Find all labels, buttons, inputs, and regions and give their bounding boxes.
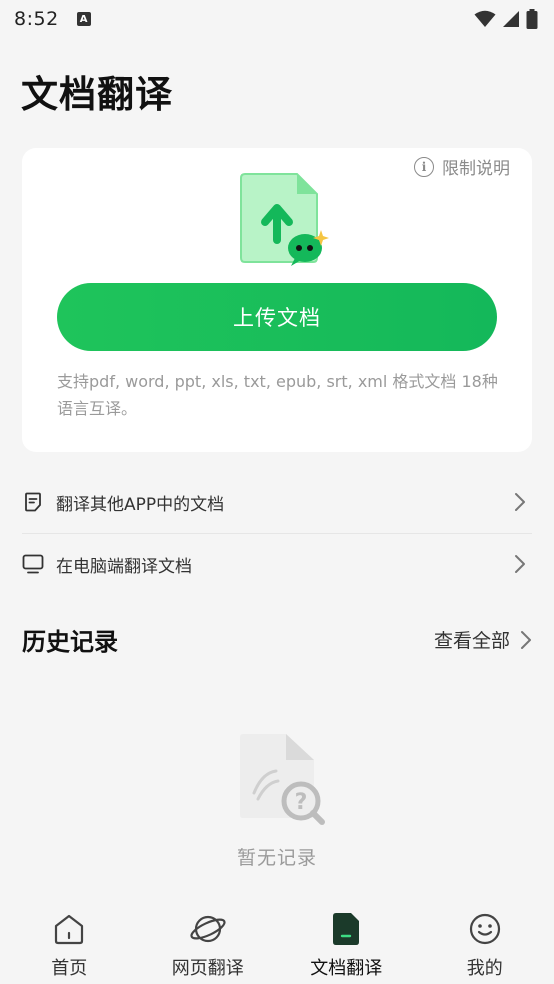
status-time: 8:52 xyxy=(14,8,59,30)
limit-info-label: 限制说明 xyxy=(442,159,510,179)
upload-document-icon xyxy=(240,173,329,266)
smiley-icon xyxy=(468,912,502,946)
view-all-button[interactable]: 查看全部 xyxy=(434,626,532,653)
svg-text:?: ? xyxy=(295,790,308,815)
nav-tab-profile[interactable]: 我的 xyxy=(416,896,554,984)
battery-icon xyxy=(526,9,538,29)
upload-card: i 限制说明 上传文档 支持pdf, word, ppt, xls, txt, … xyxy=(22,148,532,452)
chevron-right-icon xyxy=(521,630,531,649)
notification-icon: A xyxy=(76,12,91,26)
nav-label: 文档翻译 xyxy=(310,958,383,979)
chevron-right-icon xyxy=(515,555,525,573)
nav-label: 首页 xyxy=(51,958,88,979)
chevron-right-icon xyxy=(515,493,525,511)
info-icon: i xyxy=(414,156,434,177)
monitor-icon xyxy=(22,553,44,575)
empty-records-text: 暂无记录 xyxy=(236,847,317,869)
nav-tab-web-translate[interactable]: 网页翻译 xyxy=(139,896,278,984)
limit-info-link[interactable]: i 限制说明 xyxy=(414,154,510,179)
history-title: 历史记录 xyxy=(22,628,118,656)
nav-tab-doc-translate[interactable]: 文档翻译 xyxy=(277,896,416,984)
planet-icon xyxy=(189,912,227,946)
row-label: 翻译其他APP中的文档 xyxy=(56,494,225,515)
nav-label: 我的 xyxy=(466,958,503,979)
view-all-label: 查看全部 xyxy=(433,630,510,652)
status-indicators xyxy=(474,9,538,29)
signal-icon xyxy=(503,11,519,27)
empty-records-icon: ? xyxy=(240,734,325,825)
status-bar: 8:52 A xyxy=(0,0,554,38)
nav-tab-home[interactable]: 首页 xyxy=(0,896,139,984)
page-title: 文档翻译 xyxy=(21,73,173,116)
row-label: 在电脑端翻译文档 xyxy=(56,556,192,577)
document-icon xyxy=(22,491,44,513)
document-filled-icon xyxy=(331,912,361,946)
translate-on-pc-row[interactable]: 在电脑端翻译文档 xyxy=(22,533,532,595)
wifi-icon xyxy=(474,10,496,27)
translate-other-app-docs-row[interactable]: 翻译其他APP中的文档 xyxy=(22,471,532,533)
supported-formats-text: 支持pdf, word, ppt, xls, txt, epub, srt, x… xyxy=(57,372,498,418)
upload-document-button[interactable]: 上传文档 xyxy=(57,283,497,351)
bottom-nav: 首页 网页翻译 文档翻译 我的 xyxy=(0,896,554,984)
home-icon xyxy=(52,912,86,946)
nav-label: 网页翻译 xyxy=(171,958,244,979)
